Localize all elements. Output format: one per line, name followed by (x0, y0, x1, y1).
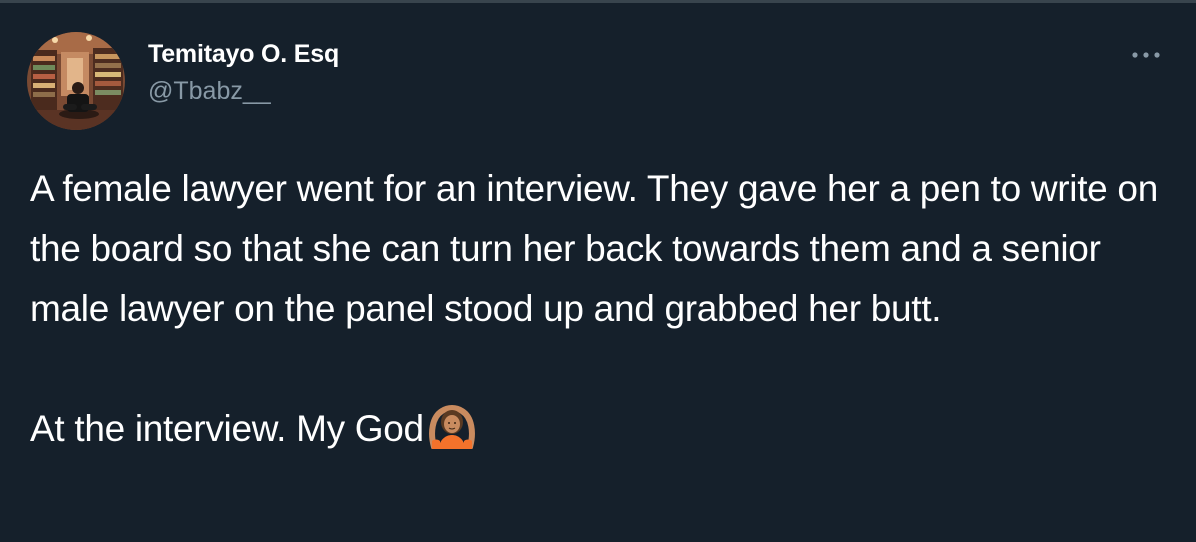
tweet-card: Temitayo O. Esq @Tbabz__ A female lawyer… (0, 3, 1196, 542)
profile-photo (27, 32, 125, 130)
woman-gesturing-ok-icon (426, 403, 478, 450)
avatar[interactable] (27, 32, 125, 130)
user-handle[interactable]: @Tbabz__ (148, 76, 339, 106)
author-info: Temitayo O. Esq @Tbabz__ (148, 39, 339, 106)
tweet-text: A female lawyer went for an interview. T… (30, 159, 1170, 459)
display-name[interactable]: Temitayo O. Esq (148, 39, 339, 69)
more-options-button[interactable] (1126, 45, 1166, 65)
tweet-paragraph-text: At the interview. My God (30, 408, 424, 449)
tweet-paragraph: A female lawyer went for an interview. T… (30, 168, 1158, 329)
more-options-icon (1132, 52, 1160, 58)
tweet-paragraph: At the interview. My God (30, 399, 1170, 459)
